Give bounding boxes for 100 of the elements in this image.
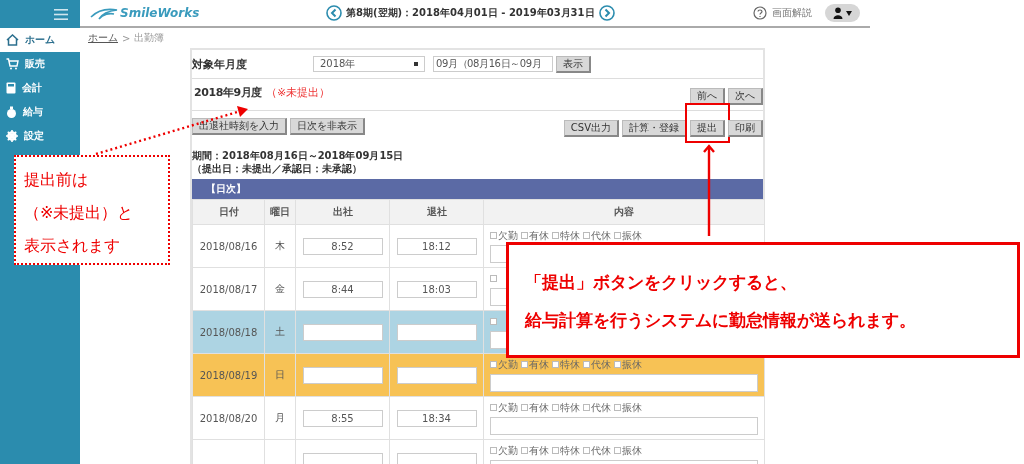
checkbox[interactable] xyxy=(490,404,497,411)
checkbox[interactable] xyxy=(552,404,559,411)
checkbox-label: 有休 xyxy=(529,445,549,456)
input-field[interactable]: 8:55 xyxy=(302,409,383,427)
help-link[interactable]: 画面解説 xyxy=(772,6,812,20)
fiscal-period: 第8期(翌期)：2018年04月01日 - 2019年03月31日 xyxy=(346,6,595,20)
breadcrumb-current: 出勤簿 xyxy=(134,31,165,45)
action-button[interactable]: 提出 xyxy=(690,119,725,137)
checkbox[interactable] xyxy=(583,447,590,454)
checkbox[interactable] xyxy=(521,447,528,454)
checkbox-label: 振休 xyxy=(622,230,642,241)
checkbox[interactable] xyxy=(521,404,528,411)
checkbox[interactable] xyxy=(521,232,528,239)
action-button[interactable]: 印刷 xyxy=(728,119,763,137)
user-menu-button[interactable] xyxy=(825,4,860,22)
checkbox-label: 特休 xyxy=(560,402,580,413)
input-field[interactable]: 18:03 xyxy=(396,280,477,298)
checkbox[interactable] xyxy=(521,361,528,368)
table-cell: 金 xyxy=(275,283,285,294)
cart-icon xyxy=(6,58,19,70)
checkbox-label: 有休 xyxy=(529,359,549,370)
input-field[interactable] xyxy=(396,452,477,464)
user-icon xyxy=(833,7,843,19)
table-cell: 2018/08/16 xyxy=(199,240,258,252)
checkbox[interactable] xyxy=(552,232,559,239)
input-field[interactable] xyxy=(396,323,477,341)
sidebar-item[interactable]: 設定 xyxy=(0,124,80,148)
input-field[interactable] xyxy=(302,323,383,341)
input-field[interactable] xyxy=(490,374,758,392)
checkbox[interactable] xyxy=(614,447,621,454)
checkbox-label: 欠勤 xyxy=(498,445,518,456)
checkbox[interactable] xyxy=(583,232,590,239)
caret-icon xyxy=(846,10,852,16)
callout-text: 提出前は xyxy=(24,169,89,191)
money-bag-icon xyxy=(6,106,17,118)
previous-icon[interactable] xyxy=(326,5,342,21)
table-cell: 2018/08/20 xyxy=(199,412,258,424)
callout-text: 給与計算を行うシステムに勤怠情報が送られます。 xyxy=(525,309,917,332)
checkbox-label: 有休 xyxy=(529,230,549,241)
menu-icon[interactable] xyxy=(54,8,68,20)
checkbox-label: 特休 xyxy=(560,359,580,370)
column-header: 出社 xyxy=(295,199,390,225)
action-button[interactable]: 日次を非表示 xyxy=(290,117,365,135)
input-field[interactable] xyxy=(302,366,383,384)
checkbox[interactable] xyxy=(552,361,559,368)
checkbox-label: 欠勤 xyxy=(498,359,518,370)
checkbox[interactable] xyxy=(490,318,497,325)
input-field[interactable]: 8:44 xyxy=(302,280,383,298)
checkbox[interactable] xyxy=(490,447,497,454)
section-header: 【日次】 xyxy=(192,179,763,199)
home-icon xyxy=(6,34,19,46)
help-icon[interactable] xyxy=(753,6,767,20)
checkbox-label: 振休 xyxy=(622,445,642,456)
filter-label: 対象年月度 xyxy=(192,56,248,72)
checkbox[interactable] xyxy=(490,275,497,282)
checkbox-label: 欠勤 xyxy=(498,230,518,241)
table-cell: 2018/08/17 xyxy=(199,283,258,295)
checkbox[interactable] xyxy=(614,232,621,239)
table-cell: 月 xyxy=(275,412,285,423)
checkbox-label: 代休 xyxy=(591,445,611,456)
checkbox[interactable] xyxy=(583,404,590,411)
sidebar-item[interactable]: ホーム xyxy=(0,28,80,52)
input-field[interactable] xyxy=(302,452,383,464)
checkbox-label: 代休 xyxy=(591,230,611,241)
checkbox-label: 特休 xyxy=(560,445,580,456)
table-cell: 2018/08/19 xyxy=(199,369,258,381)
input-field[interactable]: 18:34 xyxy=(396,409,477,427)
table-cell: 2018/08/18 xyxy=(199,326,258,338)
checkbox-label: 特休 xyxy=(560,230,580,241)
next-icon[interactable] xyxy=(598,5,615,21)
logo-text: SmileWorks xyxy=(120,6,200,20)
table-cell: 日 xyxy=(275,369,285,380)
checkbox[interactable] xyxy=(490,232,497,239)
nav-button[interactable]: 次へ xyxy=(728,88,763,105)
callout-text: 「提出」ボタンをクリックすると、 xyxy=(525,271,798,294)
show-button[interactable]: 表示 xyxy=(556,55,591,73)
checkbox[interactable] xyxy=(583,361,590,368)
sidebar-item[interactable]: 給与 xyxy=(0,100,80,124)
action-button[interactable]: 出退社時刻を入力 xyxy=(192,117,287,135)
checkbox[interactable] xyxy=(552,447,559,454)
checkbox-label: 振休 xyxy=(622,359,642,370)
input-field[interactable] xyxy=(396,366,477,384)
input-field[interactable]: 18:12 xyxy=(396,237,477,255)
column-header: 日付 xyxy=(192,199,265,225)
year-select[interactable]: 2018年 xyxy=(313,56,425,72)
breadcrumb-link[interactable]: ホーム xyxy=(88,31,118,45)
action-button[interactable]: 計算・登録 xyxy=(622,119,687,137)
input-field[interactable] xyxy=(490,417,758,435)
input-field[interactable]: 8:52 xyxy=(302,237,383,255)
table-cell: 土 xyxy=(275,326,285,337)
callout-text: （※未提出）と xyxy=(24,202,135,224)
action-button[interactable]: CSV出力 xyxy=(563,119,619,137)
sidebar-item[interactable]: 販売 xyxy=(0,52,80,76)
checkbox-label: 有休 xyxy=(529,402,549,413)
submission-status: （※未提出） xyxy=(266,84,331,100)
checkbox[interactable] xyxy=(614,404,621,411)
month-select[interactable]: 09月（08月16日～09月 xyxy=(433,56,553,72)
checkbox[interactable] xyxy=(490,361,497,368)
sidebar-item[interactable]: 会計 xyxy=(0,76,80,100)
checkbox[interactable] xyxy=(614,361,621,368)
